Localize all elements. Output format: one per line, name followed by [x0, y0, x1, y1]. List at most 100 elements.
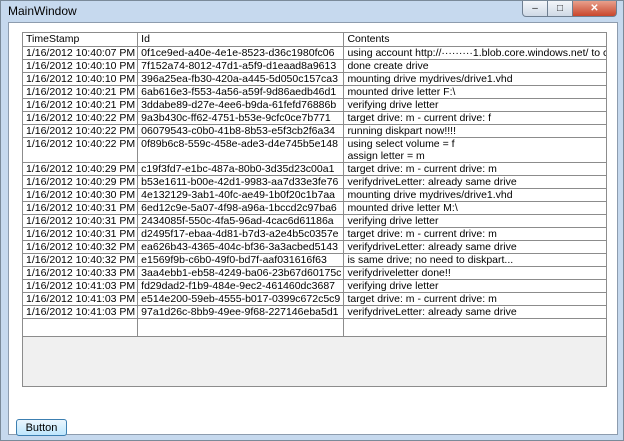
cell-id[interactable]: 3ddabe89-d27e-4ee6-b9da-61fefd76886b — [137, 98, 345, 112]
table-row[interactable]: 1/16/2012 10:40:10 PM 396a25ea-fb30-420a-… — [23, 72, 606, 86]
action-button[interactable]: Button — [16, 419, 67, 436]
cell-contents[interactable]: verifydriveletter done!! — [343, 266, 606, 280]
table-row[interactable]: 1/16/2012 10:40:31 PM d2495f17-ebaa-4d81-… — [23, 227, 606, 241]
cell-id[interactable]: 6ed12c9e-5a07-4f98-a96a-1bccd2c97ba6 — [137, 201, 345, 215]
table-row[interactable]: 1/16/2012 10:40:22 PM 9a3b430c-ff62-4751-… — [23, 111, 606, 125]
window-title: MainWindow — [8, 4, 77, 18]
cell-contents[interactable]: verifydriveLetter: already same drive — [343, 175, 606, 189]
cell-timestamp[interactable]: 1/16/2012 10:40:32 PM — [23, 253, 139, 267]
cell-id[interactable]: 06079543-c0b0-41b8-8b53-e5f3cb2f6a34 — [137, 124, 345, 138]
cell-timestamp[interactable]: 1/16/2012 10:40:21 PM — [23, 98, 139, 112]
cell-timestamp[interactable]: 1/16/2012 10:40:31 PM — [23, 214, 139, 228]
cell-contents[interactable]: mounting drive mydrives/drive1.vhd — [343, 72, 606, 86]
cell-contents[interactable]: done create drive — [343, 59, 606, 73]
table-row[interactable]: 1/16/2012 10:40:32 PM ea626b43-4365-404c-… — [23, 240, 606, 254]
new-item-cell[interactable] — [23, 318, 139, 337]
cell-timestamp[interactable]: 1/16/2012 10:40:21 PM — [23, 85, 139, 99]
cell-id[interactable]: 9a3b430c-ff62-4751-b53e-9cfc0ce7b771 — [137, 111, 345, 125]
cell-timestamp[interactable]: 1/16/2012 10:41:03 PM — [23, 305, 139, 319]
cell-id[interactable]: d2495f17-ebaa-4d81-b7d3-a2e4b5c0357e — [137, 227, 345, 241]
cell-id[interactable]: 6ab616e3-f553-4a56-a59f-9d86aedb46d1 — [137, 85, 345, 99]
table-row[interactable]: 1/16/2012 10:40:21 PM 6ab616e3-f553-4a56-… — [23, 85, 606, 99]
cell-contents[interactable]: using account http://·········1.blob.cor… — [343, 46, 606, 60]
cell-contents[interactable]: target drive: m - current drive: f — [343, 111, 606, 125]
table-row[interactable]: 1/16/2012 10:40:32 PM e1569f9b-c6b0-49f0-… — [23, 253, 606, 267]
column-header-timestamp[interactable]: TimeStamp — [23, 33, 139, 47]
cell-timestamp[interactable]: 1/16/2012 10:40:29 PM — [23, 162, 139, 176]
cell-contents[interactable]: verifying drive letter — [343, 214, 606, 228]
table-row[interactable]: 1/16/2012 10:41:03 PM e514e200-59eb-4555-… — [23, 292, 606, 306]
cell-timestamp[interactable]: 1/16/2012 10:40:29 PM — [23, 175, 139, 189]
table-row[interactable]: 1/16/2012 10:40:21 PM 3ddabe89-d27e-4ee6-… — [23, 98, 606, 112]
cell-contents[interactable]: using select volume = f assign letter = m — [343, 137, 606, 163]
table-row[interactable]: 1/16/2012 10:40:07 PM 0f1ce9ed-a40e-4e1e-… — [23, 46, 606, 60]
table-row[interactable]: 1/16/2012 10:41:03 PM 97a1d26c-8bb9-49ee-… — [23, 305, 606, 319]
table-row[interactable]: 1/16/2012 10:40:10 PM 7f152a74-8012-47d1-… — [23, 59, 606, 73]
minimize-button[interactable]: – — [522, 1, 548, 17]
maximize-button[interactable]: □ — [548, 1, 573, 17]
close-icon: ✕ — [590, 3, 599, 14]
cell-id[interactable]: 0f89b6c8-559c-458e-ade3-d4e745b5e148 — [137, 137, 345, 163]
cell-id[interactable]: 2434085f-550c-4fa5-96ad-4cac6d61186a — [137, 214, 345, 228]
cell-id[interactable]: fd29dad2-f1b9-484e-9ec2-461460dc3687 — [137, 279, 345, 293]
close-button[interactable]: ✕ — [573, 1, 617, 17]
cell-contents-line: assign letter = m — [347, 150, 425, 162]
cell-id[interactable]: e1569f9b-c6b0-49f0-bd7f-aaf031616f63 — [137, 253, 345, 267]
cell-timestamp[interactable]: 1/16/2012 10:40:22 PM — [23, 124, 139, 138]
cell-contents[interactable]: verifydriveLetter: already same drive — [343, 305, 606, 319]
new-item-cell[interactable] — [137, 318, 345, 337]
column-header-contents[interactable]: Contents — [343, 33, 606, 47]
table-row[interactable]: 1/16/2012 10:40:29 PM b53e1611-b00e-42d1-… — [23, 175, 606, 189]
cell-timestamp[interactable]: 1/16/2012 10:40:30 PM — [23, 188, 139, 202]
cell-id[interactable]: 4e132129-3ab1-40fc-ae49-1b0f20c1b7aa — [137, 188, 345, 202]
table-row[interactable]: 1/16/2012 10:41:03 PM fd29dad2-f1b9-484e-… — [23, 279, 606, 293]
table-row[interactable]: 1/16/2012 10:40:29 PM c19f3fd7-e1bc-487a-… — [23, 162, 606, 176]
table-row[interactable]: 1/16/2012 10:40:31 PM 6ed12c9e-5a07-4f98-… — [23, 201, 606, 215]
cell-timestamp[interactable]: 1/16/2012 10:40:22 PM — [23, 111, 139, 125]
cell-timestamp[interactable]: 1/16/2012 10:40:31 PM — [23, 227, 139, 241]
cell-contents[interactable]: is same drive; no need to diskpart... — [343, 253, 606, 267]
cell-timestamp[interactable]: 1/16/2012 10:40:10 PM — [23, 59, 139, 73]
cell-id[interactable]: e514e200-59eb-4555-b017-0399c672c5c9 — [137, 292, 345, 306]
cell-id[interactable]: ea626b43-4365-404c-bf36-3a3acbed5143 — [137, 240, 345, 254]
cell-id[interactable]: 0f1ce9ed-a40e-4e1e-8523-d36c1980fc06 — [137, 46, 345, 60]
cell-contents[interactable]: target drive: m - current drive: m — [343, 227, 606, 241]
log-data-grid[interactable]: TimeStamp Id Contents 1/16/2012 10:40:07… — [22, 32, 607, 387]
table-row[interactable]: 1/16/2012 10:40:22 PM 06079543-c0b0-41b8-… — [23, 124, 606, 138]
cell-id[interactable]: 396a25ea-fb30-420a-a445-5d050c157ca3 — [137, 72, 345, 86]
cell-id[interactable]: 97a1d26c-8bb9-49ee-9f68-227146eba5d1 — [137, 305, 345, 319]
cell-contents[interactable]: mounted drive letter M:\ — [343, 201, 606, 215]
table-row[interactable]: 1/16/2012 10:40:31 PM 2434085f-550c-4fa5-… — [23, 214, 606, 228]
log-table: TimeStamp Id Contents 1/16/2012 10:40:07… — [23, 33, 606, 337]
cell-id[interactable]: 7f152a74-8012-47d1-a5f9-d1eaad8a9613 — [137, 59, 345, 73]
cell-contents-line: verifying drive letter — [347, 99, 439, 111]
cell-id[interactable]: c19f3fd7-e1bc-487a-80b0-3d35d23c00a1 — [137, 162, 345, 176]
cell-contents-line: target drive: m - current drive: m — [347, 228, 497, 240]
cell-timestamp[interactable]: 1/16/2012 10:40:10 PM — [23, 72, 139, 86]
column-header-id[interactable]: Id — [137, 33, 345, 47]
cell-timestamp[interactable]: 1/16/2012 10:40:33 PM — [23, 266, 139, 280]
cell-id[interactable]: 3aa4ebb1-eb58-4249-ba06-23b67d60175c — [137, 266, 345, 280]
title-bar[interactable]: MainWindow – □ ✕ — [1, 1, 623, 21]
cell-contents[interactable]: target drive: m - current drive: m — [343, 292, 606, 306]
cell-timestamp[interactable]: 1/16/2012 10:40:32 PM — [23, 240, 139, 254]
cell-timestamp[interactable]: 1/16/2012 10:40:22 PM — [23, 137, 139, 163]
cell-contents[interactable]: running diskpart now!!!! — [343, 124, 606, 138]
cell-timestamp[interactable]: 1/16/2012 10:41:03 PM — [23, 279, 139, 293]
cell-timestamp[interactable]: 1/16/2012 10:41:03 PM — [23, 292, 139, 306]
cell-contents[interactable]: target drive: m - current drive: m — [343, 162, 606, 176]
new-item-cell[interactable] — [343, 318, 606, 337]
new-item-row[interactable] — [23, 318, 606, 337]
cell-contents[interactable]: verifying drive letter — [343, 279, 606, 293]
table-row[interactable]: 1/16/2012 10:40:30 PM 4e132129-3ab1-40fc-… — [23, 188, 606, 202]
table-row[interactable]: 1/16/2012 10:40:33 PM 3aa4ebb1-eb58-4249-… — [23, 266, 606, 280]
table-row[interactable]: 1/16/2012 10:40:22 PM 0f89b6c8-559c-458e-… — [23, 137, 606, 163]
cell-contents[interactable]: mounting drive mydrives/drive1.vhd — [343, 188, 606, 202]
cell-contents-line: verifying drive letter — [347, 280, 439, 292]
cell-timestamp[interactable]: 1/16/2012 10:40:07 PM — [23, 46, 139, 60]
cell-timestamp[interactable]: 1/16/2012 10:40:31 PM — [23, 201, 139, 215]
cell-contents[interactable]: verifydriveLetter: already same drive — [343, 240, 606, 254]
cell-contents[interactable]: mounted drive letter F:\ — [343, 85, 606, 99]
cell-id[interactable]: b53e1611-b00e-42d1-9983-aa7d33e3fe76 — [137, 175, 345, 189]
cell-contents[interactable]: verifying drive letter — [343, 98, 606, 112]
